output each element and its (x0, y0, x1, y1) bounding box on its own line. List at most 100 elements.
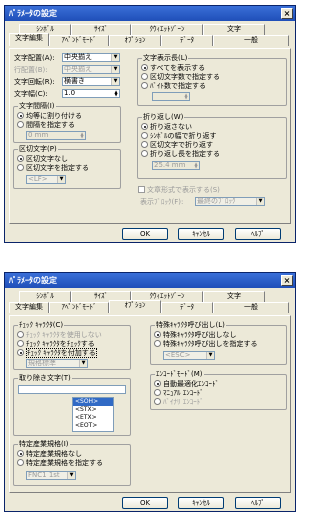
radio-no-industry-spec[interactable]: 特定産業規格なし (17, 450, 82, 459)
list-item[interactable]: <STX> (73, 406, 113, 414)
wrap-title: 折り返し(W) (142, 113, 185, 122)
tab-panel: 文字配置(A): 中央揃え ▼ 行配置(B): 中央揃え ▼ 文字回転(R): 横書… (9, 48, 291, 224)
help-button[interactable]: ﾍﾙﾌﾟ (235, 497, 281, 509)
radio-no-delimiter[interactable]: 区切文字なし (17, 155, 68, 164)
display-length-title: 文字表示長(L) (142, 54, 189, 63)
title-bar[interactable]: ﾊﾟﾗﾒｰﾀの設定 × (5, 6, 295, 21)
spin-icon[interactable]: ▲ ▼ (113, 90, 119, 97)
radio-specify-special-char[interactable]: 特殊ｷｬﾗｸﾀ呼び出しを指定する (154, 340, 258, 349)
radio-wrap-delimiter[interactable]: 区切文字で折り返す (141, 141, 213, 150)
special-char-title: 特殊ｷｬﾗｸﾀ呼び出し(L) (155, 321, 226, 330)
tab-quiet-zone[interactable]: ｸｳｨｴｯﾄｿﾞｰﾝ (131, 24, 203, 35)
width-input[interactable]: 1.0 ▲ ▼ (62, 89, 120, 98)
width-label: 文字幅(C): (14, 90, 48, 98)
tab-moji[interactable]: 文字 (203, 291, 265, 302)
delimiter-value: <LF> (28, 175, 48, 183)
radio-binary-encode[interactable]: ﾊﾞｲﾅﾘ ｴﾝｺｰﾄﾞ (154, 398, 204, 407)
rotation-select[interactable]: 横書き ▼ (62, 77, 120, 86)
checkbox-icon (138, 186, 145, 193)
sentence-format-checkbox[interactable]: 文章形式で表示する(S) (138, 186, 220, 195)
chevron-down-icon: ▼ (256, 198, 264, 205)
radio-by-delimiter-count[interactable]: 区切文字数で指定する (141, 73, 220, 82)
radio-even-spacing[interactable]: 均等に割り付ける (17, 112, 82, 121)
tab-moji[interactable]: 文字 (203, 24, 265, 35)
radio-no-wrap[interactable]: 折り返さない (141, 123, 192, 132)
radio-icon (141, 141, 148, 148)
cancel-button[interactable]: ｷｬﾝｾﾙ (178, 228, 224, 240)
check-char-value: 規格標準 (28, 359, 56, 367)
radio-show-all[interactable]: すべてを表示する (141, 64, 205, 73)
wrap-length-value: 25.4 mm (154, 161, 186, 169)
list-item[interactable]: <ETX> (73, 414, 113, 422)
close-button[interactable]: × (281, 8, 293, 19)
wrap-length-input: 25.4 mm ▲ ▼ (152, 161, 200, 170)
tab-data[interactable]: ﾃﾞｰﾀ (161, 35, 213, 46)
tab-general[interactable]: 一般 (213, 302, 289, 313)
radio-manual-encode[interactable]: ﾏﾆｭｱﾙ ｴﾝｺｰﾄﾞ (154, 389, 204, 398)
delimiter-title: 区切文字(P) (18, 145, 58, 154)
close-button[interactable]: × (281, 275, 293, 286)
list-item[interactable]: <SOH> (73, 398, 113, 406)
radio-wrap-symbol-width[interactable]: ｼﾝﾎﾞﾙの幅で折り返す (141, 132, 217, 141)
radio-label: 区切文字なし (26, 155, 68, 163)
radio-label: 間隔を指定する (26, 121, 75, 129)
industry-spec-group: 特定産業規格(I) 特定産業規格なし 特定産業規格を指定する FNC1 1st ▼ (13, 440, 131, 486)
radio-label: ﾏﾆｭｱﾙ ｴﾝｺｰﾄﾞ (163, 389, 204, 397)
spin-icon: ▲ ▼ (194, 161, 198, 169)
width-value: 1.0 (64, 89, 76, 97)
radio-specify-delimiter[interactable]: 区切文字を指定する (17, 164, 89, 173)
ok-button[interactable]: OK (122, 228, 168, 240)
delimiter-group: 区切文字(P) 区切文字なし 区切文字を指定する <LF> ▼ (13, 145, 121, 189)
tab-option[interactable]: ｵﾌﾟｼｮﾝ (109, 35, 161, 46)
radio-label: ﾁｪｯｸ ｷｬﾗｸﾀをﾁｪｯｸする (26, 340, 95, 348)
chevron-down-icon: ▼ (79, 360, 87, 367)
spacing-input: 0 mm ▲ ▼ (26, 131, 86, 140)
char-spacing-group: 文字間隔(I) 均等に割り付ける 間隔を指定する 0 mm ▲ ▼ (13, 102, 121, 143)
radio-specify-industry-spec[interactable]: 特定産業規格を指定する (17, 459, 103, 468)
remove-chars-input[interactable] (18, 385, 126, 394)
radio-label: ﾊﾞｲﾄ数で指定する (150, 82, 206, 90)
radio-label: 区切文字で折り返す (150, 141, 213, 149)
radio-add-check-char[interactable]: ﾁｪｯｸ ｷｬﾗｸﾀを付加する (17, 348, 97, 358)
radio-label: 特殊ｷｬﾗｸﾀ呼び出しを指定する (163, 340, 258, 348)
radio-icon (141, 123, 148, 130)
alignment-value: 中央揃え (64, 53, 92, 61)
alignment-select[interactable]: 中央揃え ▼ (62, 53, 120, 62)
radio-label: 区切文字数で指定する (150, 73, 220, 81)
title-bar[interactable]: ﾊﾟﾗﾒｰﾀの設定 × (5, 273, 295, 288)
ok-button[interactable]: OK (122, 497, 168, 509)
parameter-dialog-text: ﾊﾟﾗﾒｰﾀの設定 × ｼﾝﾎﾞﾙ ｻｲｽﾞ ｸｳｨｴｯﾄｿﾞｰﾝ 文字 文字編集… (4, 5, 296, 243)
radio-icon (154, 389, 161, 396)
radio-icon (141, 150, 148, 157)
radio-label: ﾁｪｯｸ ｷｬﾗｸﾀを使用しない (26, 331, 102, 339)
tab-symbol[interactable]: ｼﾝﾎﾞﾙ (19, 291, 71, 302)
radio-icon (154, 331, 161, 338)
tab-append-mode[interactable]: ｱﾍﾟﾝﾄﾞﾓｰﾄﾞ (49, 35, 109, 46)
remove-chars-list[interactable]: <SOH> <STX> <ETX> <EOT> (72, 397, 114, 432)
list-item[interactable]: <EOT> (73, 422, 113, 430)
tab-option[interactable]: ｵﾌﾟｼｮﾝ (109, 300, 161, 313)
cancel-button[interactable]: ｷｬﾝｾﾙ (178, 497, 224, 509)
radio-specify-spacing[interactable]: 間隔を指定する (17, 121, 75, 130)
radio-icon (17, 121, 24, 128)
tab-text-edit[interactable]: 文字編集 (9, 33, 49, 46)
radio-label: 特定産業規格を指定する (26, 459, 103, 467)
block-label: 表示ﾌﾞﾛｯｸ(F): (140, 198, 184, 206)
radio-by-byte-count[interactable]: ﾊﾞｲﾄ数で指定する (141, 82, 206, 91)
check-char-group: ﾁｪｯｸ ｷｬﾗｸﾀ(C) ﾁｪｯｸ ｷｬﾗｸﾀを使用しない ﾁｪｯｸ ｷｬﾗｸ… (13, 321, 131, 370)
help-button[interactable]: ﾍﾙﾌﾟ (235, 228, 281, 240)
radio-icon (17, 340, 24, 347)
radio-label: 均等に割り付ける (26, 112, 82, 120)
tab-data[interactable]: ﾃﾞｰﾀ (161, 302, 213, 313)
tab-append-mode[interactable]: ｱﾍﾟﾝﾄﾞﾓｰﾄﾞ (49, 302, 109, 313)
radio-icon (141, 64, 148, 71)
radio-icon (17, 349, 24, 356)
radio-label: ｼﾝﾎﾞﾙの幅で折り返す (150, 132, 217, 140)
tab-general[interactable]: 一般 (213, 35, 289, 46)
radio-no-special-char[interactable]: 特殊ｷｬﾗｸﾀ呼び出しなし (154, 331, 237, 340)
radio-auto-encode[interactable]: 自動最適化ｴﾝｺｰﾄﾞ (154, 380, 219, 389)
tab-size[interactable]: ｻｲｽﾞ (71, 24, 131, 35)
radio-wrap-length[interactable]: 折り返し長を指定する (141, 150, 220, 159)
tab-text-edit[interactable]: 文字編集 (9, 302, 49, 313)
radio-no-check-char[interactable]: ﾁｪｯｸ ｷｬﾗｸﾀを使用しない (17, 331, 102, 340)
